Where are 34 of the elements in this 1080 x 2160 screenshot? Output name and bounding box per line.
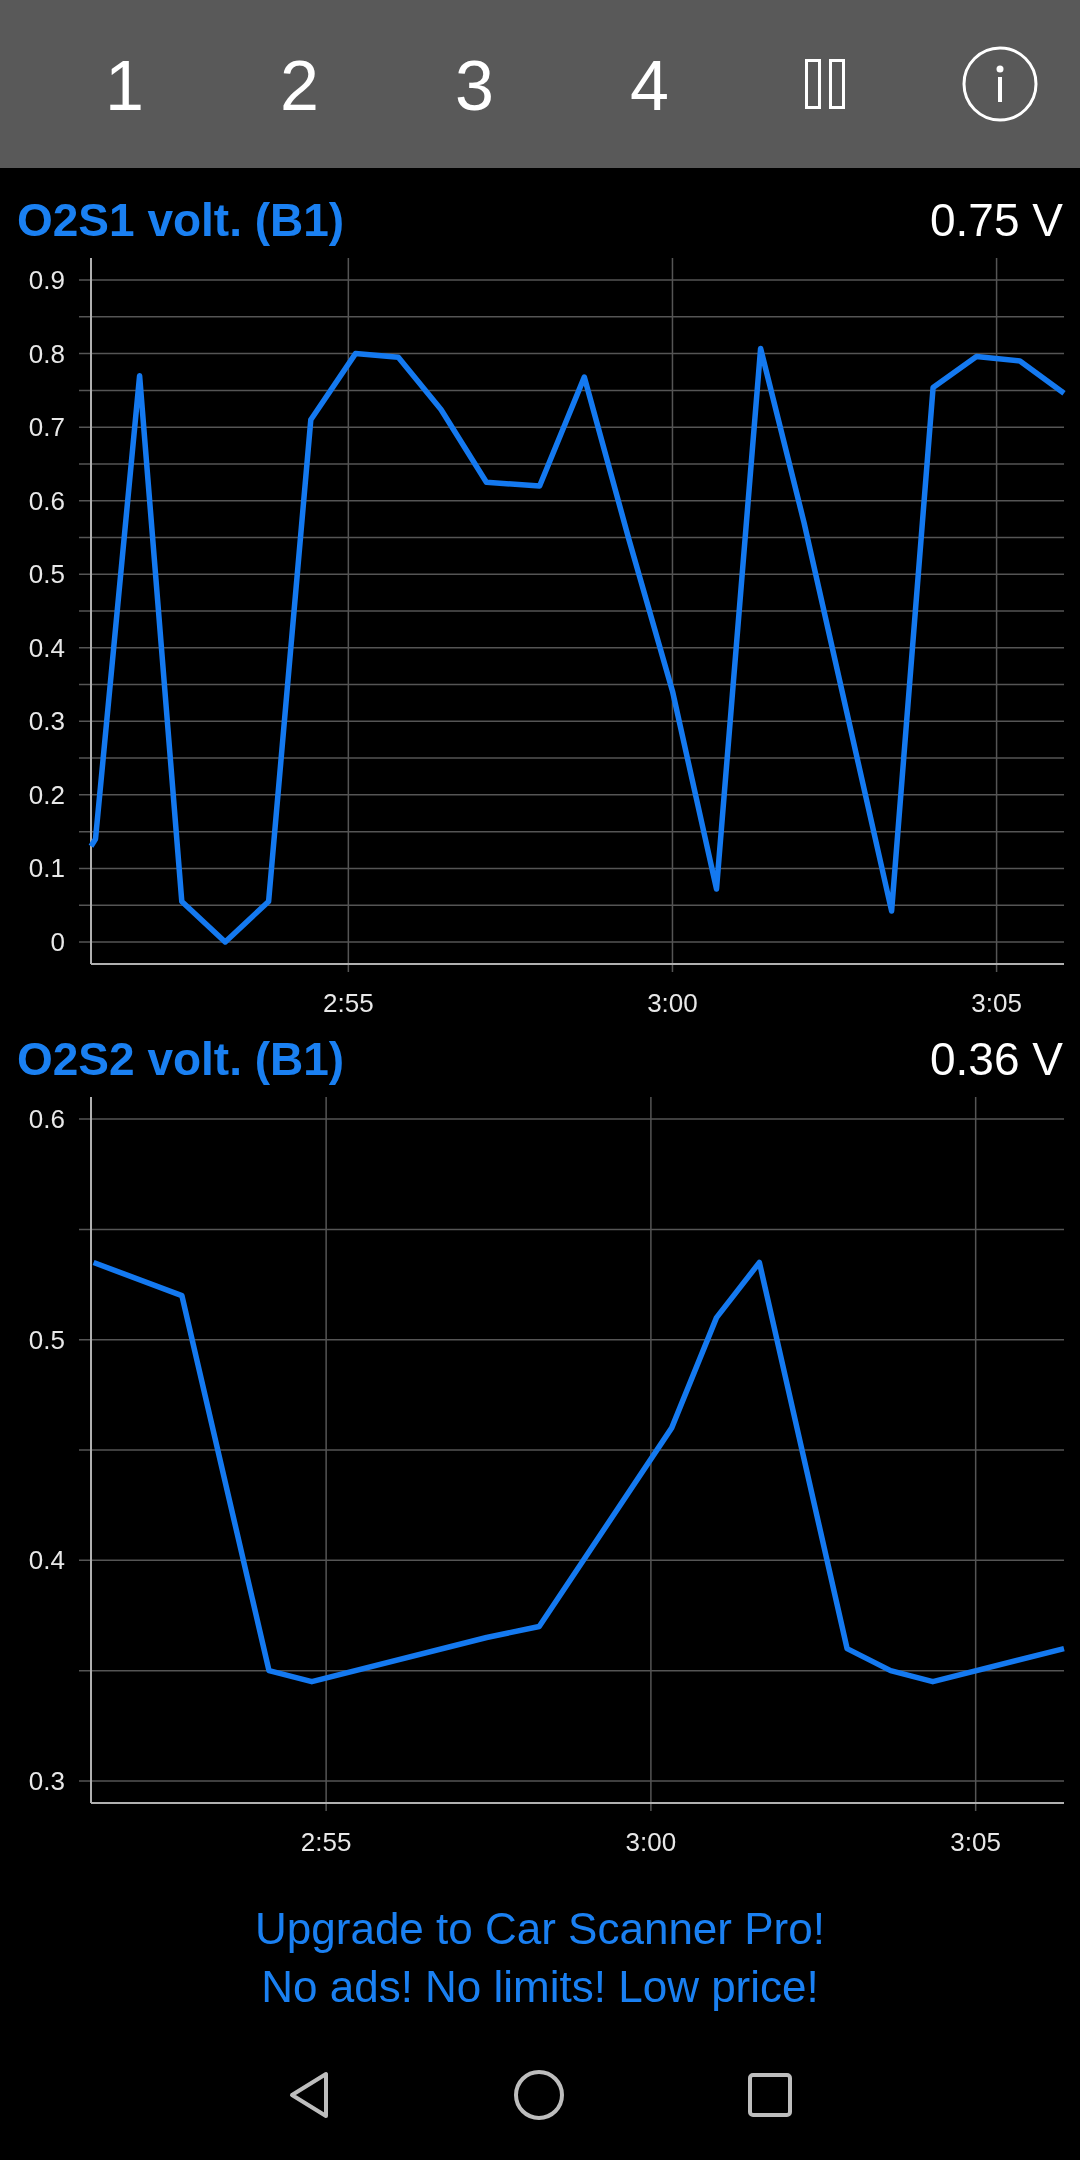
- y-tick-label: 0.7: [28, 412, 65, 443]
- y-tick-label: 0.5: [28, 559, 65, 590]
- y-tick-label: 0.1: [28, 853, 65, 884]
- y-tick-label: 0.3: [28, 1765, 65, 1796]
- x-tick-label: 3:05: [950, 1827, 1001, 1857]
- page-button[interactable]: 3: [441, 46, 508, 126]
- y-tick-label: 0.2: [28, 779, 65, 810]
- upgrade-link[interactable]: Upgrade to Car Scanner Pro! No ads! No limits! Low price!: [255, 1900, 825, 2016]
- x-tick-label: 2:55: [300, 1827, 352, 1857]
- x-tick-label: 3:00: [647, 988, 698, 1018]
- y-tick-label: 0.6: [28, 485, 65, 516]
- y-tick-label: 0.9: [28, 265, 65, 296]
- sensor-reading: 0.36 V: [930, 1032, 1063, 1086]
- page-button[interactable]: 2: [266, 46, 333, 126]
- page-button[interactable]: 4: [616, 46, 683, 126]
- chart-title: O2S2 volt. (B1): [17, 1032, 345, 1086]
- y-tick-label: 0.3: [28, 706, 65, 737]
- y-tick-label: 0.8: [28, 338, 65, 369]
- y-tick-label: 0: [50, 926, 65, 957]
- x-tick-label: 3:00: [625, 1827, 677, 1857]
- pause-icon[interactable]: [804, 59, 845, 109]
- home-icon[interactable]: [514, 2070, 564, 2120]
- y-tick-label: 0.4: [28, 632, 65, 663]
- y-tick-label: 0.4: [28, 1545, 65, 1576]
- recent-apps-icon[interactable]: [748, 2073, 792, 2117]
- chart-title: O2S1 volt. (B1): [17, 193, 345, 247]
- x-tick-label: 2:55: [323, 988, 374, 1018]
- back-icon[interactable]: [288, 2070, 330, 2120]
- info-icon[interactable]: [961, 46, 1038, 122]
- y-tick-label: 0.6: [28, 1104, 65, 1135]
- x-tick-label: 3:05: [971, 988, 1022, 1018]
- y-tick-label: 0.5: [28, 1324, 65, 1355]
- page-button[interactable]: 1: [91, 46, 158, 126]
- sensor-reading: 0.75 V: [930, 193, 1063, 247]
